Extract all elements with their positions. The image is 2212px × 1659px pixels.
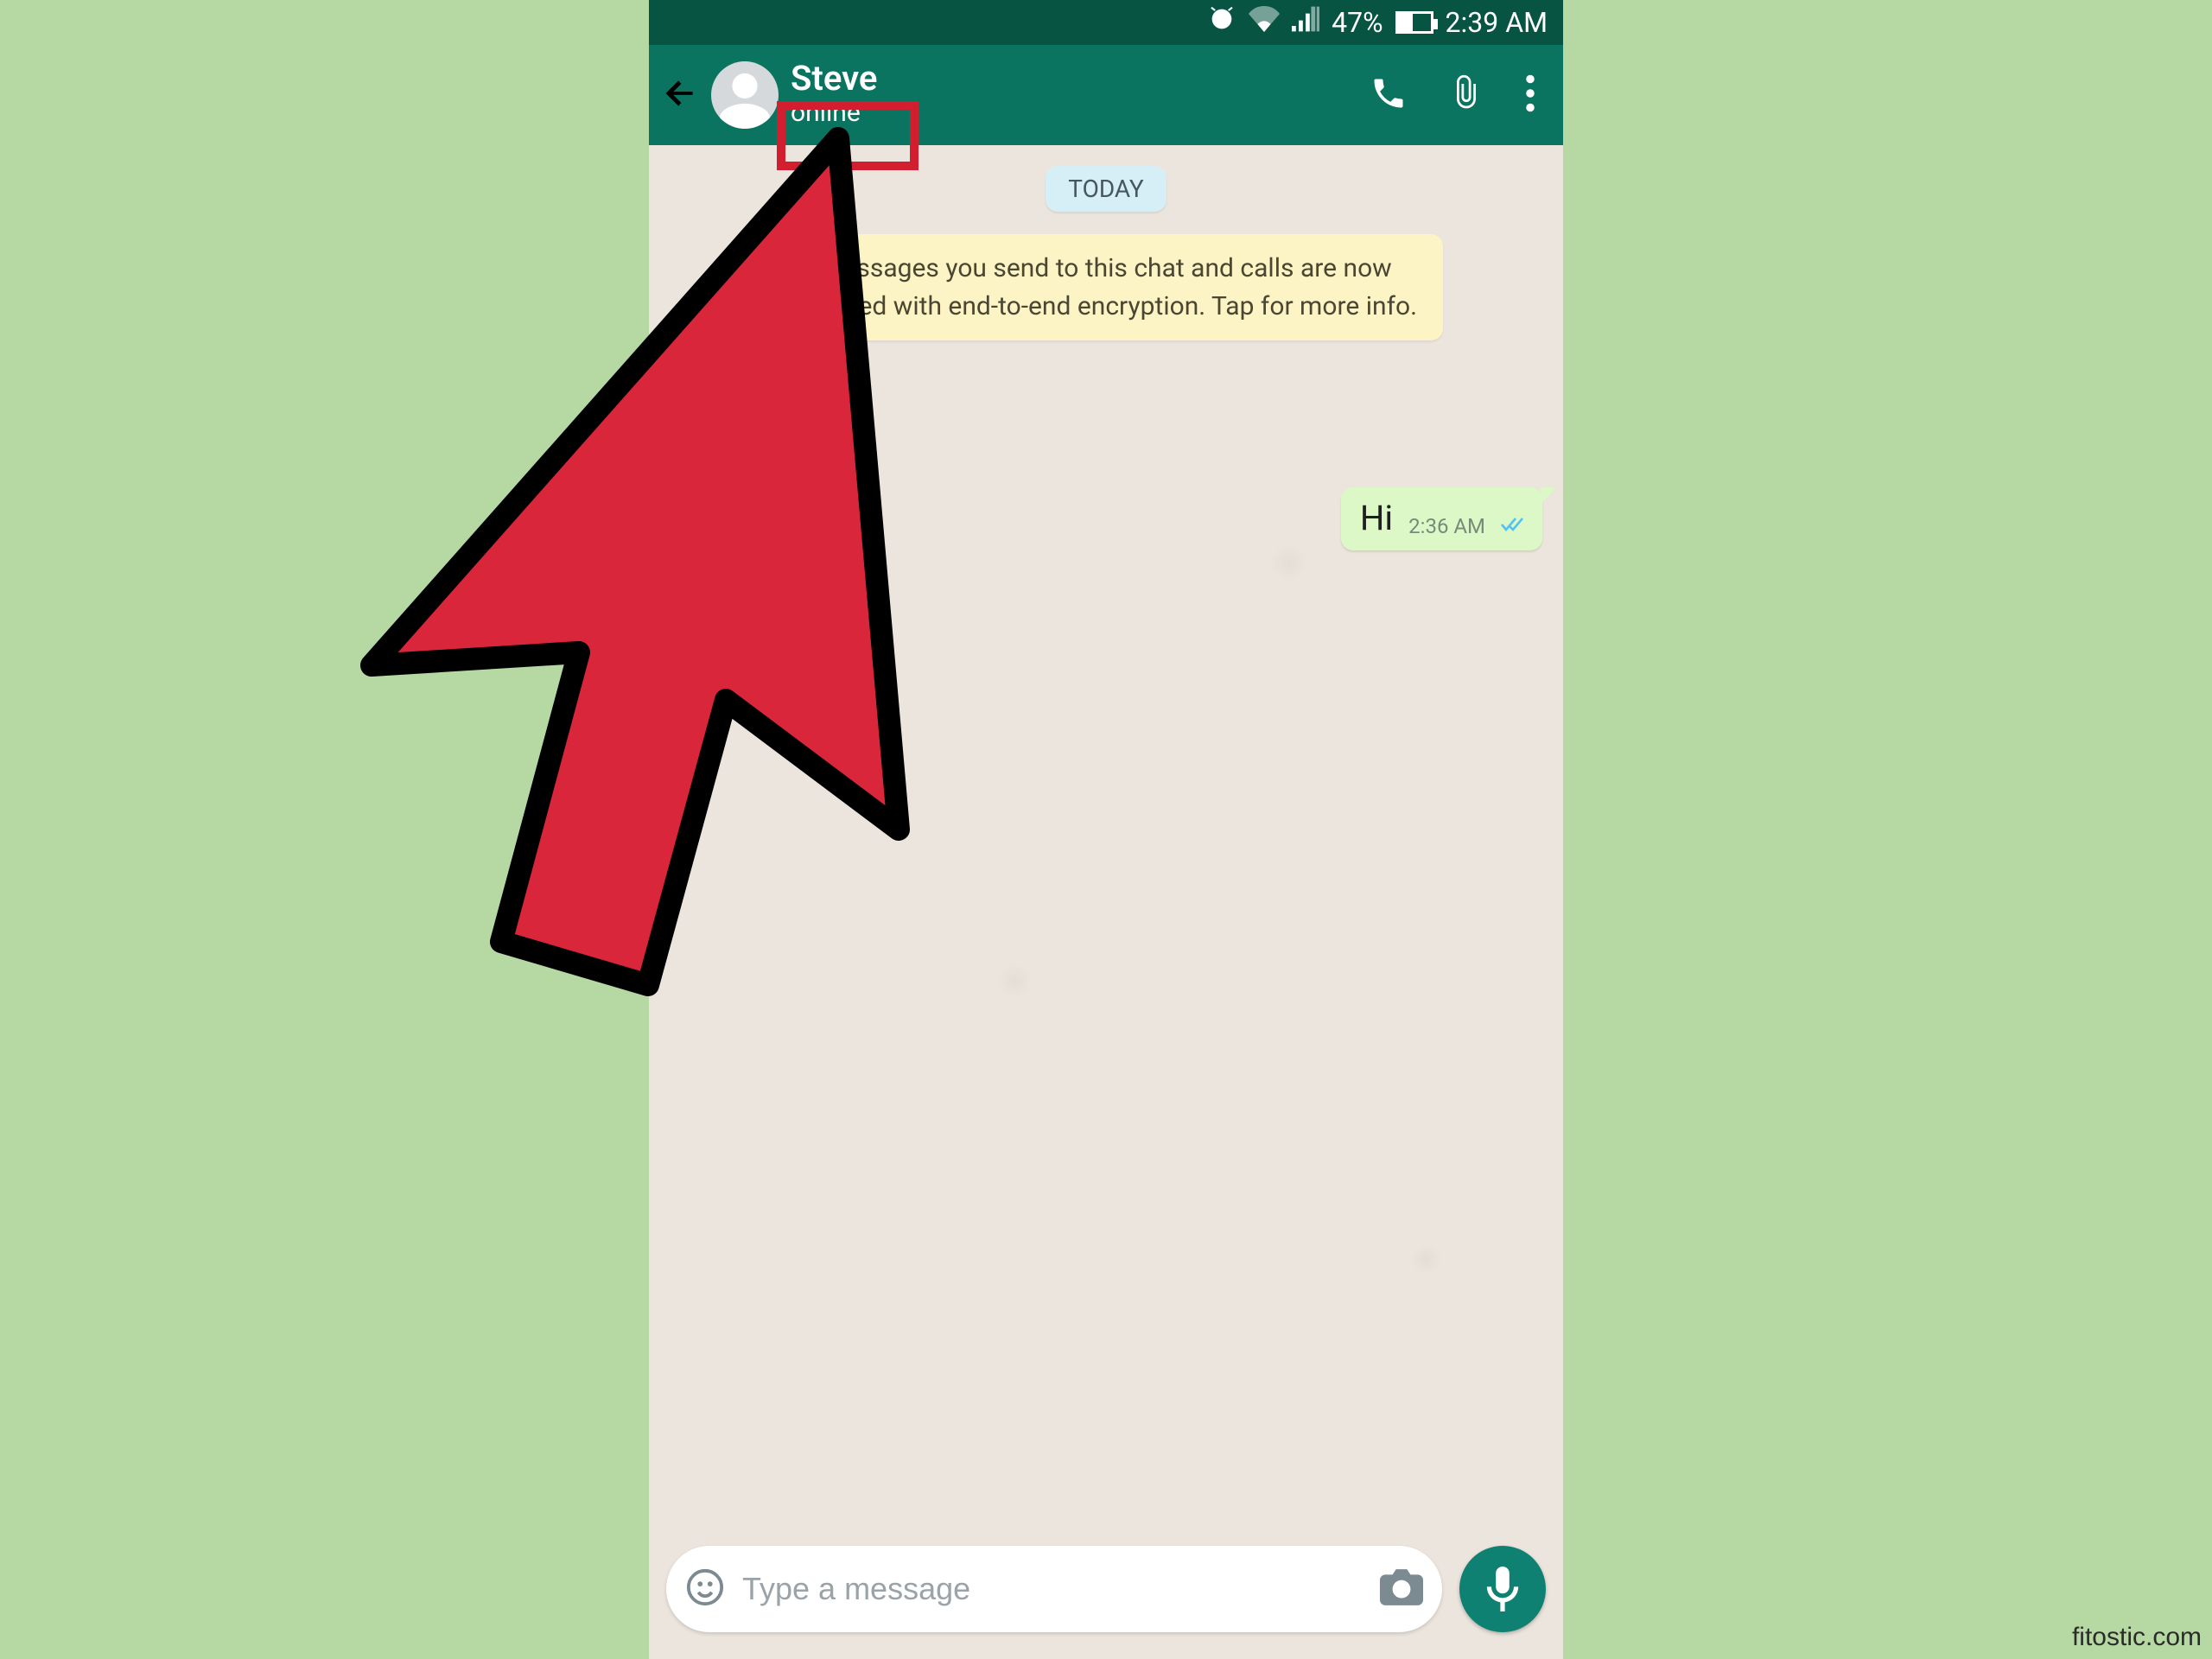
attach-button[interactable] [1447, 74, 1485, 116]
contact-name: Steve [791, 61, 1357, 96]
header-actions [1370, 74, 1551, 116]
message-input[interactable] [742, 1571, 1363, 1607]
emoji-button[interactable] [685, 1567, 725, 1611]
contact-avatar[interactable] [711, 61, 779, 129]
alarm-icon [1207, 4, 1236, 41]
message-row: Hi 2:36 AM [670, 487, 1542, 550]
chat-area[interactable]: TODAY Messages you send to this chat and… [649, 145, 1563, 1538]
message-time: 2:36 AM [1408, 514, 1485, 538]
watermark: fitostic.com [2072, 1623, 2202, 1652]
android-statusbar: 47% 2:39 AM [649, 0, 1563, 45]
battery-icon [1395, 11, 1433, 34]
back-button[interactable] [661, 74, 699, 116]
battery-percent: 47% [1332, 6, 1382, 39]
message-field[interactable] [666, 1546, 1442, 1632]
message-text: Hi [1360, 498, 1393, 538]
wifi-icon [1249, 6, 1280, 39]
clock-text: 2:39 AM [1446, 6, 1548, 39]
phone-frame: 47% 2:39 AM Steve online TODAY [649, 0, 1563, 1659]
call-button[interactable] [1370, 74, 1408, 116]
outgoing-message[interactable]: Hi 2:36 AM [1341, 487, 1542, 550]
highlight-box [777, 101, 918, 170]
signal-icon [1292, 6, 1319, 39]
camera-button[interactable] [1380, 1568, 1423, 1610]
read-receipt-icon [1501, 514, 1527, 538]
input-bar [649, 1538, 1563, 1659]
date-separator: TODAY [1046, 166, 1166, 212]
encryption-notice[interactable]: Messages you send to this chat and calls… [769, 234, 1443, 340]
voice-record-button[interactable] [1459, 1546, 1546, 1632]
menu-button[interactable] [1525, 74, 1535, 116]
